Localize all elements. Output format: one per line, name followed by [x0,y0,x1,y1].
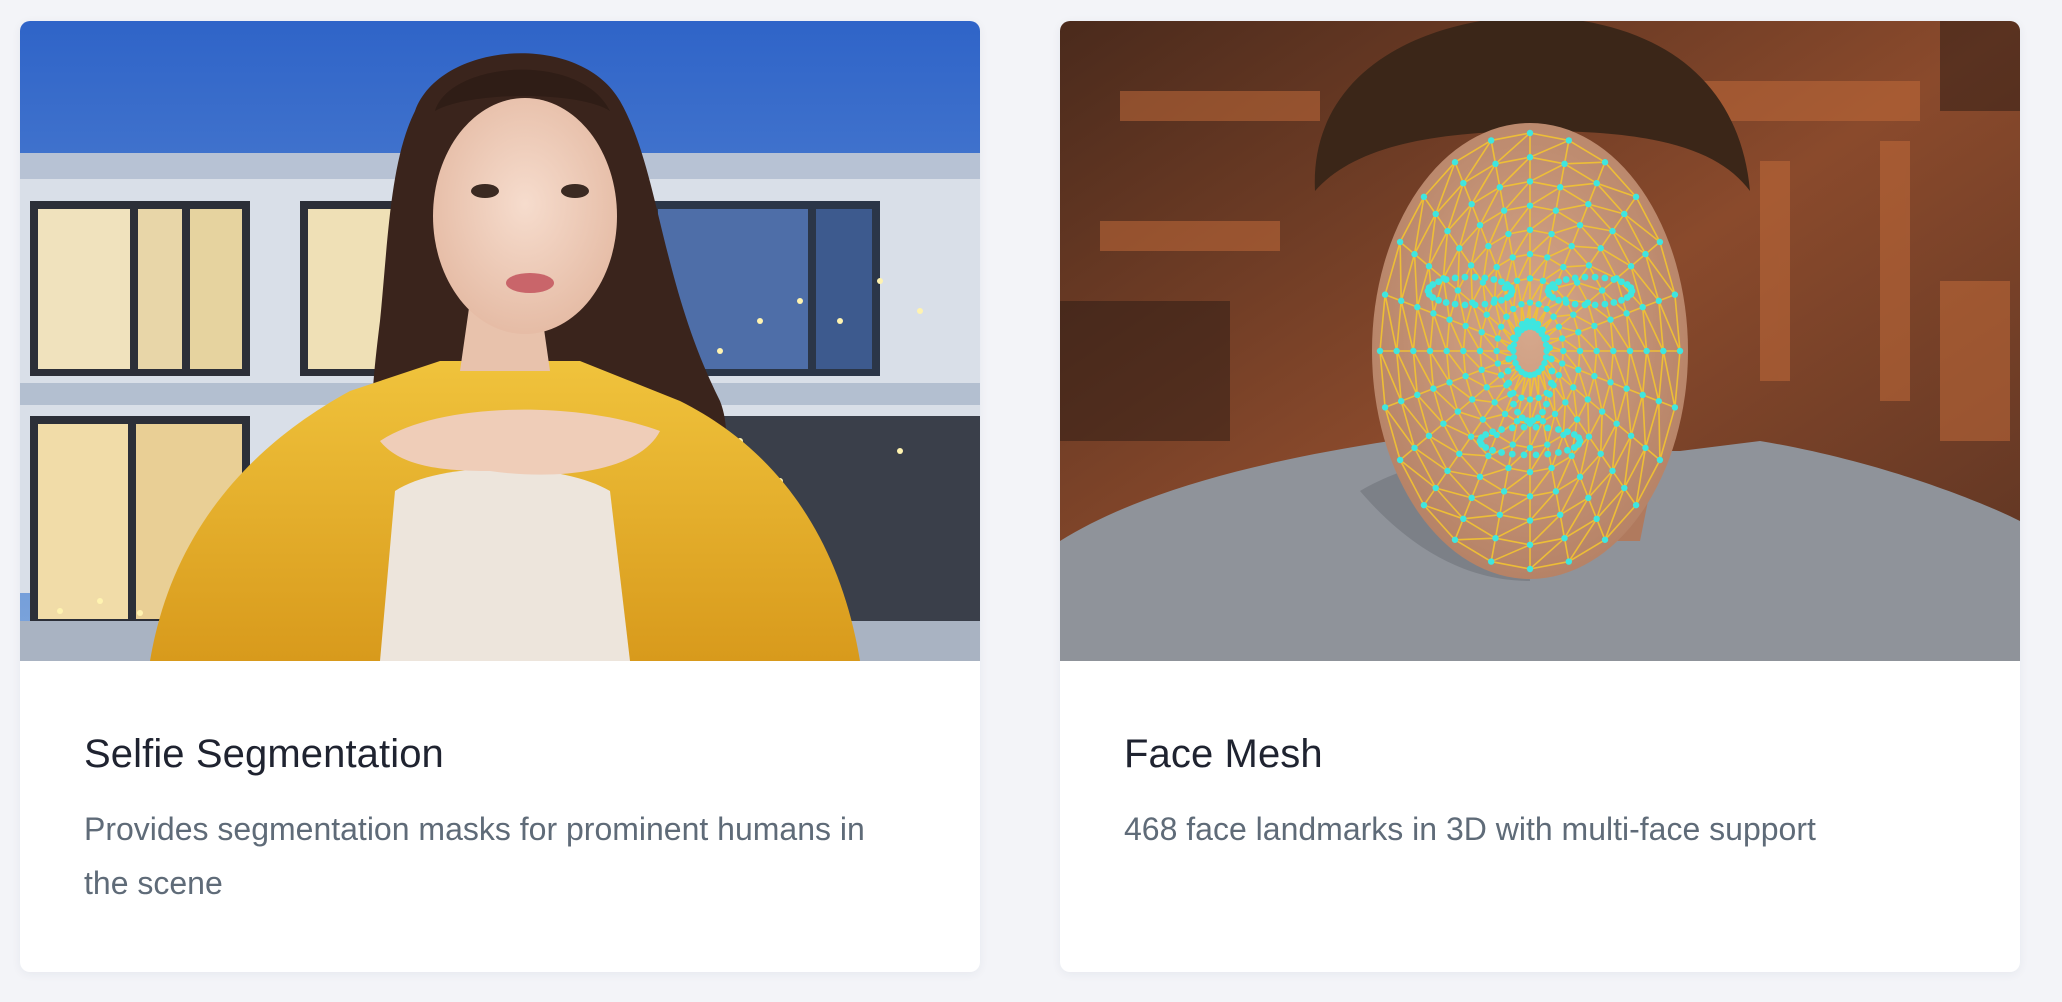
selfie-segmentation-image[interactable] [20,21,980,661]
selfie-segmentation-card[interactable]: Selfie Segmentation Provides segmentatio… [20,21,980,972]
card-title[interactable]: Selfie Segmentation [84,730,916,778]
card-title[interactable]: Face Mesh [1124,730,1956,778]
card-description: Provides segmentation masks for prominen… [84,811,865,901]
face-mesh-card[interactable]: Face Mesh 468 face landmarks in 3D with … [1060,21,2020,972]
card-description: 468 face landmarks in 3D with multi-face… [1124,811,1816,847]
face-mesh-image[interactable] [1060,21,2020,661]
selfie-segmentation-photo-icon [20,21,980,661]
face-mesh-photo-icon [1060,21,2020,661]
